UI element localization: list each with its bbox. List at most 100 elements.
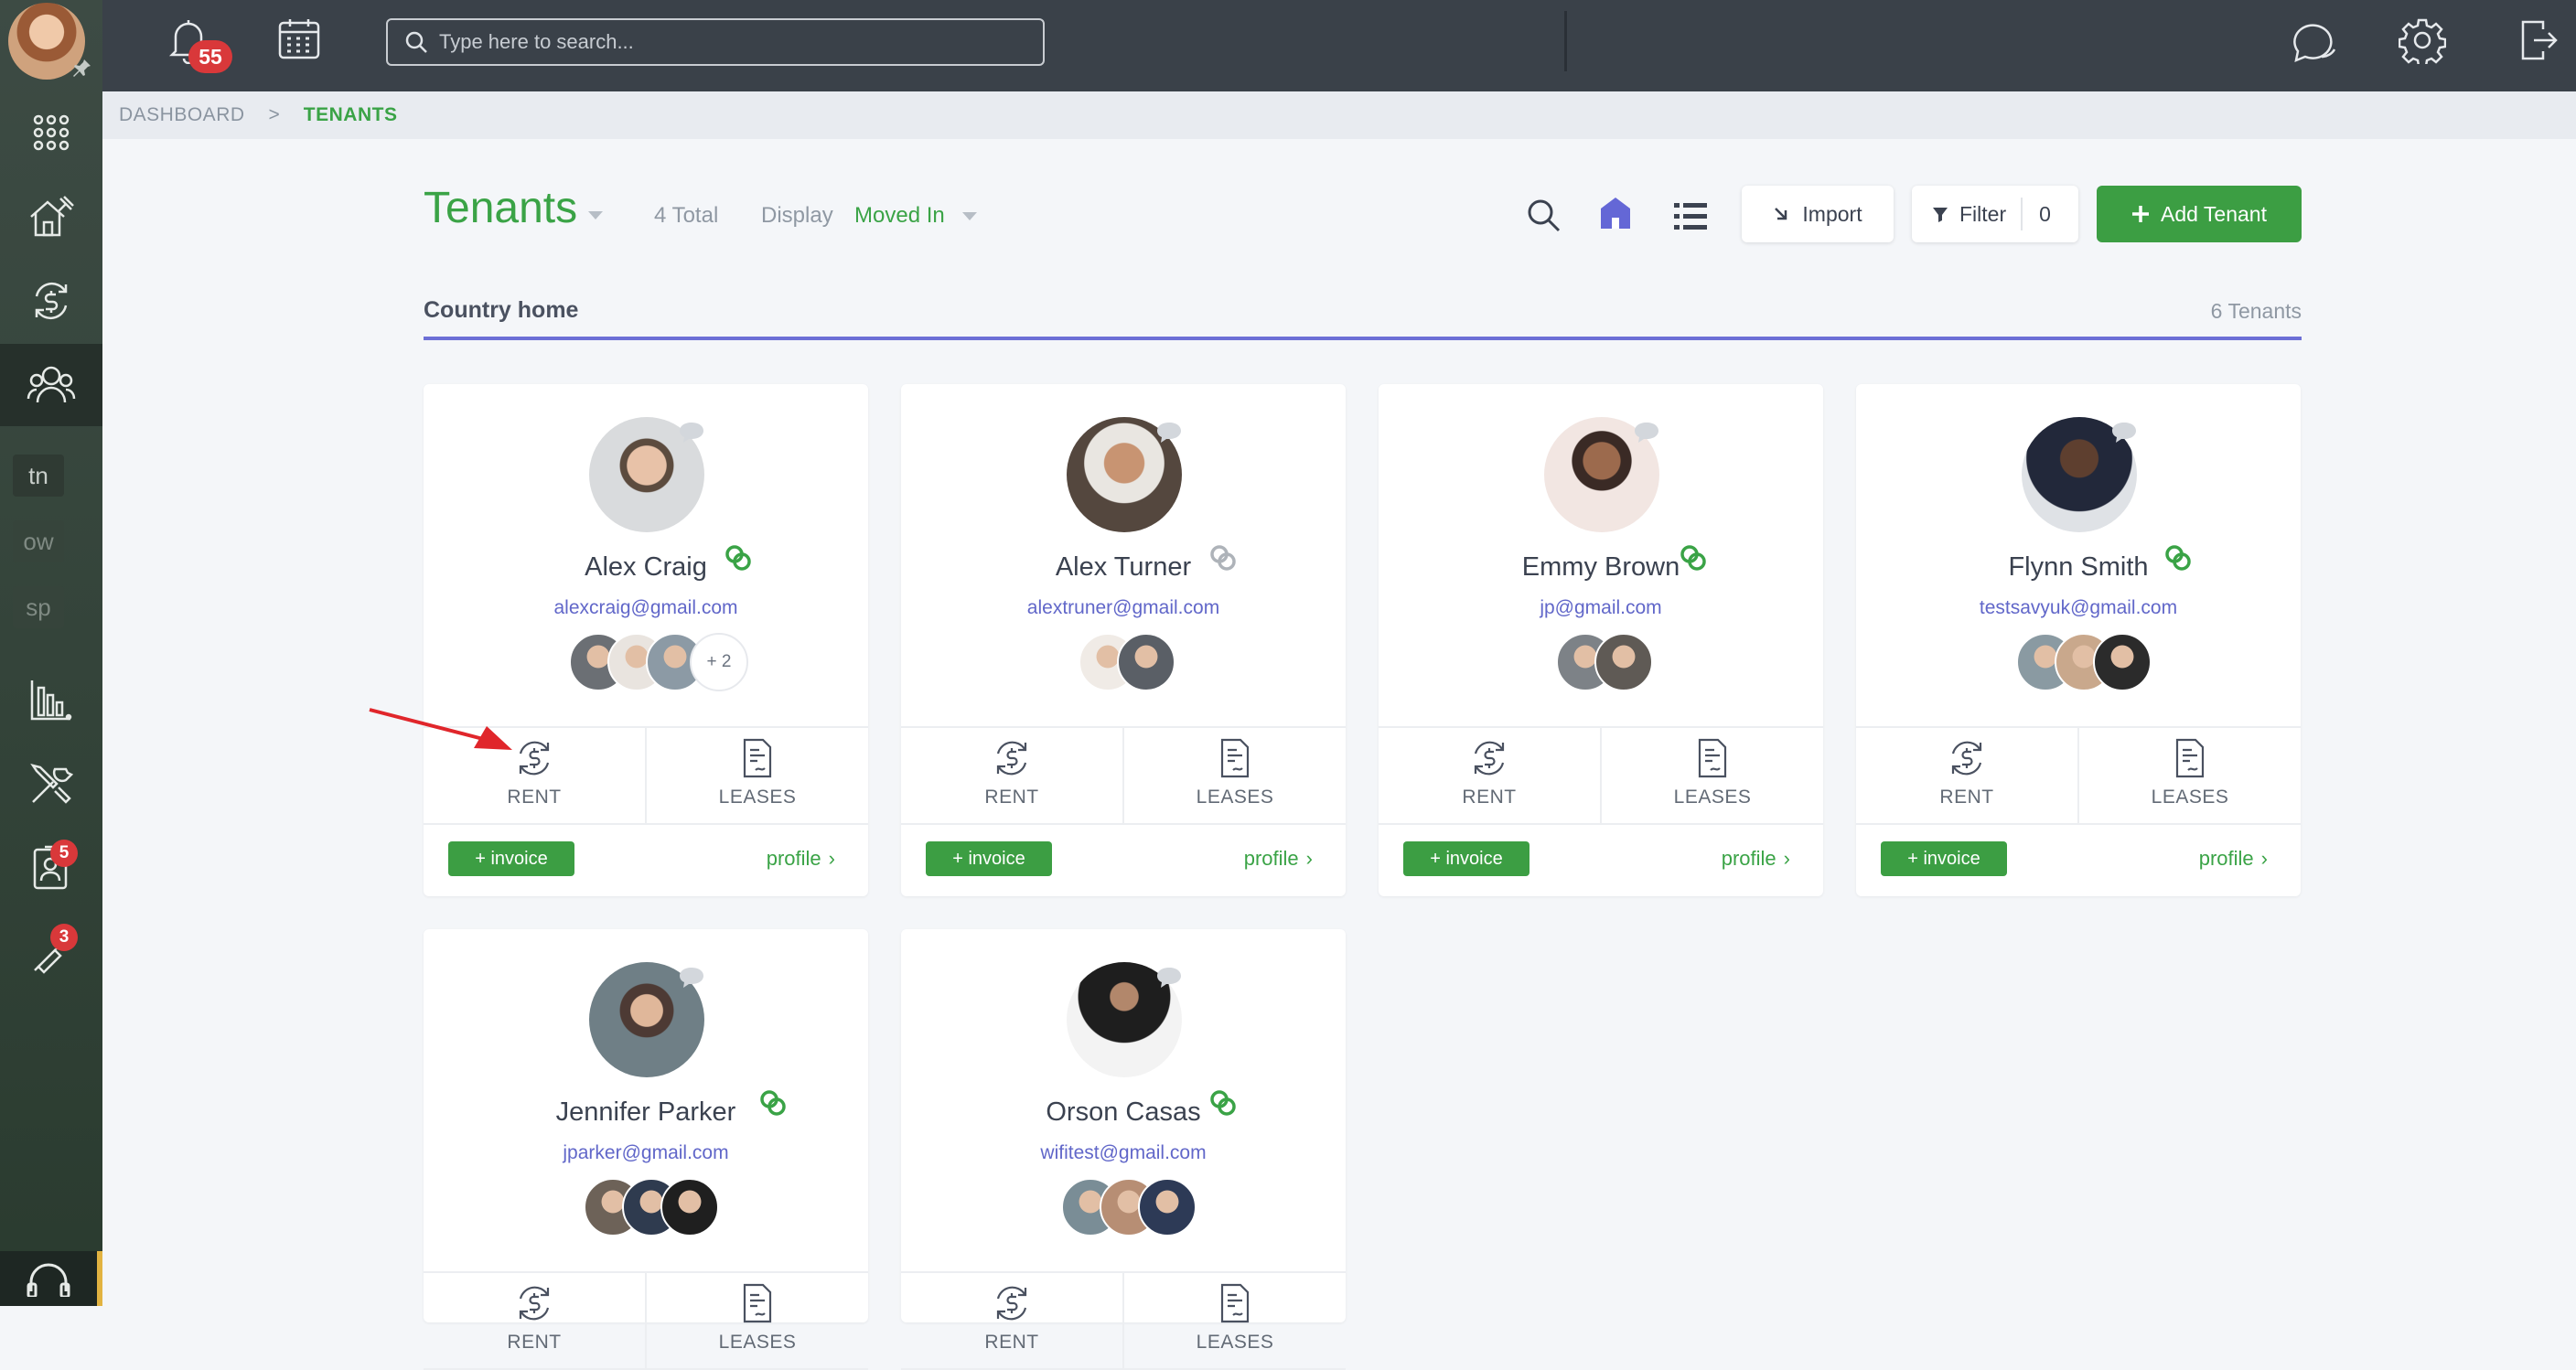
sidebar-item-ow[interactable]: ow — [13, 520, 64, 562]
profile-link[interactable]: profile › — [2199, 847, 2268, 871]
home-view-icon[interactable] — [1599, 196, 1632, 230]
profile-link[interactable]: profile › — [767, 847, 835, 871]
team-member-avatar[interactable] — [1138, 1178, 1197, 1236]
display-chevron-down-icon[interactable] — [962, 212, 977, 220]
tenant-name[interactable]: Orson Casas — [901, 1097, 1346, 1128]
team-avatars[interactable] — [1079, 633, 1175, 691]
lease-document-icon — [743, 1283, 772, 1323]
search-bar[interactable] — [386, 18, 1045, 66]
rent-label: RENT — [507, 1332, 562, 1353]
tools-icon — [30, 764, 74, 804]
tenant-email[interactable]: testsavyuk@gmail.com — [1856, 597, 2301, 619]
chevron-right-icon: › — [1305, 847, 1313, 870]
sidebar-item-payments[interactable] — [0, 260, 102, 342]
profile-link[interactable]: profile › — [1244, 847, 1313, 871]
leases-label: LEASES — [1196, 787, 1274, 808]
tenant-email[interactable]: alexcraig@gmail.com — [424, 597, 868, 619]
chat-icon[interactable] — [2291, 16, 2338, 64]
sidebar-item-label: ow — [23, 527, 54, 555]
rent-button[interactable]: RENT — [1379, 728, 1602, 823]
sidebar-item-tn[interactable]: tn — [13, 455, 64, 497]
rent-button[interactable]: RENT — [1856, 728, 2079, 823]
rent-button[interactable]: RENT — [901, 1273, 1124, 1368]
add-invoice-button[interactable]: + invoice — [926, 841, 1052, 876]
leases-button[interactable]: LEASES — [1124, 1273, 1346, 1368]
sidebar-item-applicants[interactable] — [0, 827, 102, 909]
search-icon — [405, 31, 427, 53]
chat-bubble-icon[interactable] — [2110, 421, 2138, 444]
team-member-avatar[interactable] — [660, 1178, 719, 1236]
tenant-card: Emmy Brown jp@gmail.com RENT LEASES + invoic… — [1379, 384, 1823, 896]
team-member-avatar[interactable] — [1117, 633, 1175, 691]
import-arrow-icon — [1775, 208, 1787, 220]
chat-bubble-icon[interactable] — [1155, 966, 1183, 990]
leases-button[interactable]: LEASES — [647, 728, 868, 823]
rent-button[interactable]: RENT — [901, 728, 1124, 823]
gear-icon[interactable] — [2399, 16, 2446, 64]
add-invoice-button[interactable]: + invoice — [1403, 841, 1530, 876]
sidebar-item-properties[interactable] — [0, 176, 102, 258]
logout-icon[interactable] — [2519, 16, 2558, 64]
link-status-icon — [1209, 545, 1236, 571]
rent-button[interactable]: RENT — [424, 1273, 647, 1368]
leases-button[interactable]: LEASES — [2079, 728, 2301, 823]
pin-icon[interactable] — [71, 57, 93, 79]
rent-dollar-icon — [996, 1286, 1027, 1321]
leases-button[interactable]: LEASES — [647, 1273, 868, 1368]
filter-label: Filter — [1959, 201, 2007, 226]
leases-button[interactable]: LEASES — [1602, 728, 1823, 823]
add-invoice-button[interactable]: + invoice — [448, 841, 574, 876]
house-icon — [30, 196, 74, 237]
team-avatars[interactable] — [584, 1178, 719, 1236]
display-select[interactable]: Moved In — [854, 203, 945, 229]
bar-chart-icon — [30, 680, 72, 721]
tenant-email[interactable]: alextruner@gmail.com — [901, 597, 1346, 619]
team-avatars[interactable] — [2016, 633, 2152, 691]
team-avatars[interactable]: + 2 — [569, 633, 748, 691]
breadcrumb-dashboard[interactable]: DASHBOARD — [119, 104, 245, 126]
sidebar-item-tenants[interactable] — [0, 344, 102, 426]
team-member-avatar[interactable] — [2093, 633, 2152, 691]
profile-link[interactable]: profile › — [1722, 847, 1790, 871]
tenant-email[interactable]: jp@gmail.com — [1379, 597, 1823, 619]
leases-label: LEASES — [718, 787, 797, 808]
calendar-icon[interactable] — [276, 16, 322, 62]
property-name: Country home — [424, 297, 579, 323]
sidebar-item-tasks[interactable] — [0, 911, 102, 993]
tenant-name[interactable]: Alex Craig — [424, 552, 868, 583]
sidebar-item-apps[interactable] — [0, 91, 102, 174]
chat-bubble-icon[interactable] — [1155, 421, 1183, 444]
sidebar-item-reports[interactable] — [0, 658, 102, 741]
chat-bubble-icon[interactable] — [678, 966, 705, 990]
team-avatars[interactable] — [1061, 1178, 1197, 1236]
tenant-card: Alex Craig alexcraig@gmail.com + 2 RENT LEAS… — [424, 384, 868, 896]
page-title[interactable]: Tenants — [424, 183, 577, 233]
filter-button[interactable]: Filter 0 — [1912, 186, 2078, 242]
chat-bubble-icon[interactable] — [678, 421, 705, 444]
sidebar-item-label: tn — [28, 461, 48, 489]
tenant-email[interactable]: wifitest@gmail.com — [901, 1142, 1346, 1164]
tenant-name[interactable]: Flynn Smith — [1856, 552, 2301, 583]
tenant-name[interactable]: Alex Turner — [901, 552, 1346, 583]
team-avatars[interactable] — [1556, 633, 1653, 691]
search-input[interactable] — [437, 29, 1026, 55]
tenant-name[interactable]: Jennifer Parker — [424, 1097, 868, 1128]
tasks-badge: 3 — [50, 924, 78, 951]
team-member-avatar[interactable] — [1594, 633, 1653, 691]
list-view-icon[interactable] — [1674, 201, 1707, 230]
leases-label: LEASES — [2151, 787, 2229, 808]
sidebar-item-sp[interactable]: sp — [13, 586, 64, 628]
sidebar-item-maintenance[interactable] — [0, 743, 102, 825]
tenant-email[interactable]: jparker@gmail.com — [424, 1142, 868, 1164]
chat-bubble-icon[interactable] — [1633, 421, 1660, 444]
add-tenant-button[interactable]: Add Tenant — [2097, 186, 2302, 242]
title-chevron-down-icon[interactable] — [588, 211, 603, 219]
tenant-name[interactable]: Emmy Brown — [1379, 552, 1823, 583]
add-invoice-button[interactable]: + invoice — [1881, 841, 2007, 876]
leases-button[interactable]: LEASES — [1124, 728, 1346, 823]
more-members-badge[interactable]: + 2 — [690, 633, 748, 691]
search-icon[interactable] — [1526, 198, 1561, 232]
rent-label: RENT — [507, 787, 562, 808]
support-button[interactable] — [0, 1251, 102, 1306]
import-button[interactable]: Import — [1742, 186, 1894, 242]
